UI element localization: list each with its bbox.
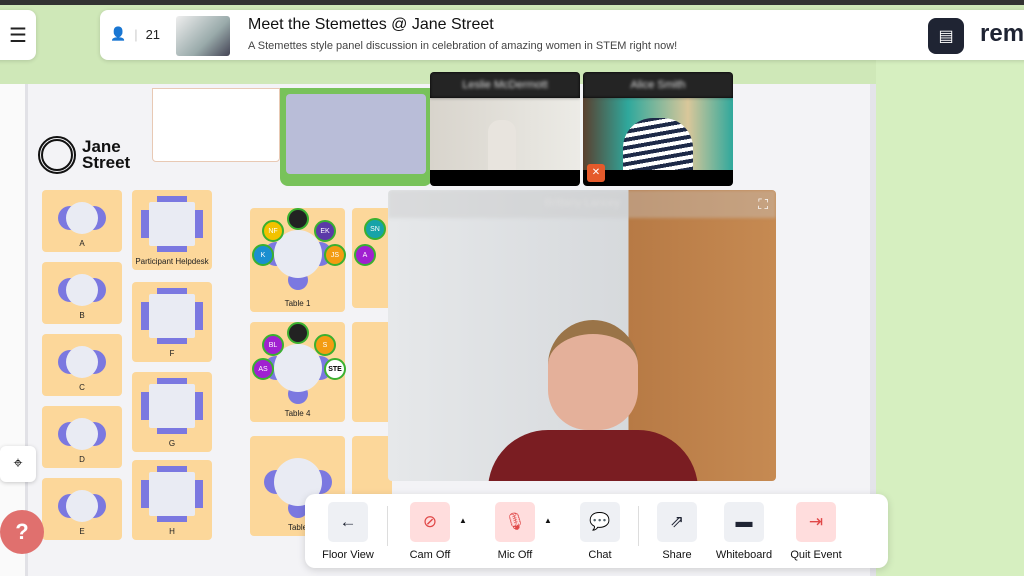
event-thumbnail	[176, 16, 230, 56]
participant-name: Brittany Lancey	[388, 190, 776, 218]
table-label: Table 4	[284, 409, 311, 418]
table-surface	[66, 346, 98, 378]
button-label: Share	[662, 549, 692, 561]
table-a[interactable]: A	[42, 190, 122, 252]
bottom-toolbar: ← Floor View ⊘ Cam Off ▲ 🎙 Mic Off ▲ 💬 Chat …	[305, 494, 888, 568]
button-label: Mic Off	[497, 549, 533, 561]
attendee-avatar[interactable]: NF	[262, 220, 284, 242]
mic-muted-icon: ✕	[587, 164, 605, 182]
attendee-avatar[interactable]: S	[314, 334, 336, 356]
attendee-avatar[interactable]: A	[354, 244, 376, 266]
jane-street-logo: Jane Street	[38, 136, 130, 174]
attendee-avatar[interactable]: BL	[262, 334, 284, 356]
garden-background	[876, 60, 1024, 576]
exit-icon: ⇥	[796, 502, 836, 542]
table-label: C	[79, 383, 85, 392]
quit-event-button[interactable]: ⇥ Quit Event	[781, 502, 851, 561]
table-surface	[66, 274, 98, 306]
share-button[interactable]: ⇗ Share	[642, 502, 712, 561]
participant-name: Alice Smith	[583, 72, 733, 98]
attendee-avatar[interactable]: K	[252, 244, 274, 266]
video-tile[interactable]: Leslie McDermott	[430, 72, 580, 186]
attendee-count[interactable]: 👤 | 21	[110, 26, 160, 42]
table-label: Participant Helpdesk	[135, 257, 209, 266]
table-label: E	[79, 527, 85, 536]
table-label: F	[169, 349, 175, 358]
table-b[interactable]: B	[42, 262, 122, 324]
table-f[interactable]: F	[132, 282, 212, 362]
logo-text: Street	[82, 153, 131, 172]
mic-options-caret[interactable]: ▲	[544, 516, 552, 525]
question-icon: ?	[15, 519, 29, 544]
table-tile[interactable]	[352, 322, 392, 422]
arrow-left-icon: ←	[328, 502, 368, 542]
table-label: D	[79, 455, 85, 464]
mic-off-icon: 🎙	[495, 502, 535, 542]
table-label: G	[168, 439, 176, 448]
attendee-avatar[interactable]: SN	[364, 218, 386, 240]
whiteboard-icon: ▬	[724, 502, 764, 542]
event-header: 👤 | 21 Meet the Stemettes @ Jane Street A …	[100, 10, 1024, 60]
button-label: Floor View	[322, 549, 374, 561]
button-label: Chat	[588, 549, 612, 561]
table-surface	[149, 202, 195, 246]
table-e[interactable]: E	[42, 478, 122, 540]
whiteboard-button[interactable]: ▬ Whiteboard	[709, 502, 779, 561]
event-title: Meet the Stemettes @ Jane Street	[248, 16, 494, 33]
table-c[interactable]: C	[42, 334, 122, 396]
cam-off-button[interactable]: ⊘ Cam Off	[395, 502, 465, 561]
brand-logo: rem	[980, 20, 1024, 47]
table-label: A	[79, 239, 85, 248]
logo-icon	[38, 136, 76, 174]
recenter-button[interactable]: ⌖	[0, 446, 36, 482]
attendee-avatar[interactable]	[287, 208, 309, 230]
table-participant-helpdesk[interactable]: Participant Helpdesk	[132, 190, 212, 270]
calendar-button[interactable]: ▤	[928, 18, 964, 54]
lounge-area[interactable]	[280, 88, 432, 186]
camera-off-icon: ⊘	[410, 502, 450, 542]
table-label: H	[169, 527, 175, 536]
person-icon: 👤	[110, 26, 127, 41]
hamburger-icon: ☰	[9, 24, 27, 47]
event-subtitle: A Stemettes style panel discussion in ce…	[248, 40, 678, 52]
mic-off-button[interactable]: 🎙 Mic Off	[480, 502, 550, 561]
attendee-avatar[interactable]: JS	[324, 244, 346, 266]
cam-options-caret[interactable]: ▲	[459, 516, 467, 525]
stage-area[interactable]	[152, 88, 280, 162]
table-label: Table 1	[284, 299, 311, 308]
left-wall	[0, 84, 28, 576]
menu-button[interactable]: ☰	[0, 10, 36, 60]
table-surface	[149, 384, 195, 428]
chat-button[interactable]: 💬 Chat	[565, 502, 635, 561]
table-d[interactable]: D	[42, 406, 122, 468]
locate-icon: ⌖	[13, 455, 23, 472]
share-screen-icon: ⇗	[657, 502, 697, 542]
table-g[interactable]: G	[132, 372, 212, 452]
participant-name: Leslie McDermott	[430, 72, 580, 98]
table-surface	[66, 202, 98, 234]
floor-view-button[interactable]: ← Floor View	[313, 502, 383, 561]
table-label: B	[79, 311, 85, 320]
top-strip	[0, 0, 1024, 5]
divider	[638, 506, 639, 546]
video-tile[interactable]: Alice Smith ✕	[583, 72, 733, 186]
table-surface	[149, 472, 195, 516]
button-label: Quit Event	[790, 549, 842, 561]
help-button[interactable]: ?	[0, 510, 44, 554]
divider	[387, 506, 388, 546]
attendee-avatar[interactable]: STE	[324, 358, 346, 380]
button-label: Cam Off	[409, 549, 451, 561]
attendee-avatar[interactable]: EK	[314, 220, 336, 242]
attendee-avatar[interactable]	[287, 322, 309, 344]
table-h[interactable]: H	[132, 460, 212, 540]
table-surface	[149, 294, 195, 338]
chat-icon: 💬	[580, 502, 620, 542]
button-label: Whiteboard	[715, 549, 773, 561]
table-surface	[66, 490, 98, 522]
main-video[interactable]: Brittany Lancey ⛶	[388, 190, 776, 481]
fullscreen-icon[interactable]: ⛶	[758, 196, 768, 213]
attendee-avatar[interactable]: AS	[252, 358, 274, 380]
calendar-icon: ▤	[938, 28, 954, 45]
table-surface	[66, 418, 98, 450]
